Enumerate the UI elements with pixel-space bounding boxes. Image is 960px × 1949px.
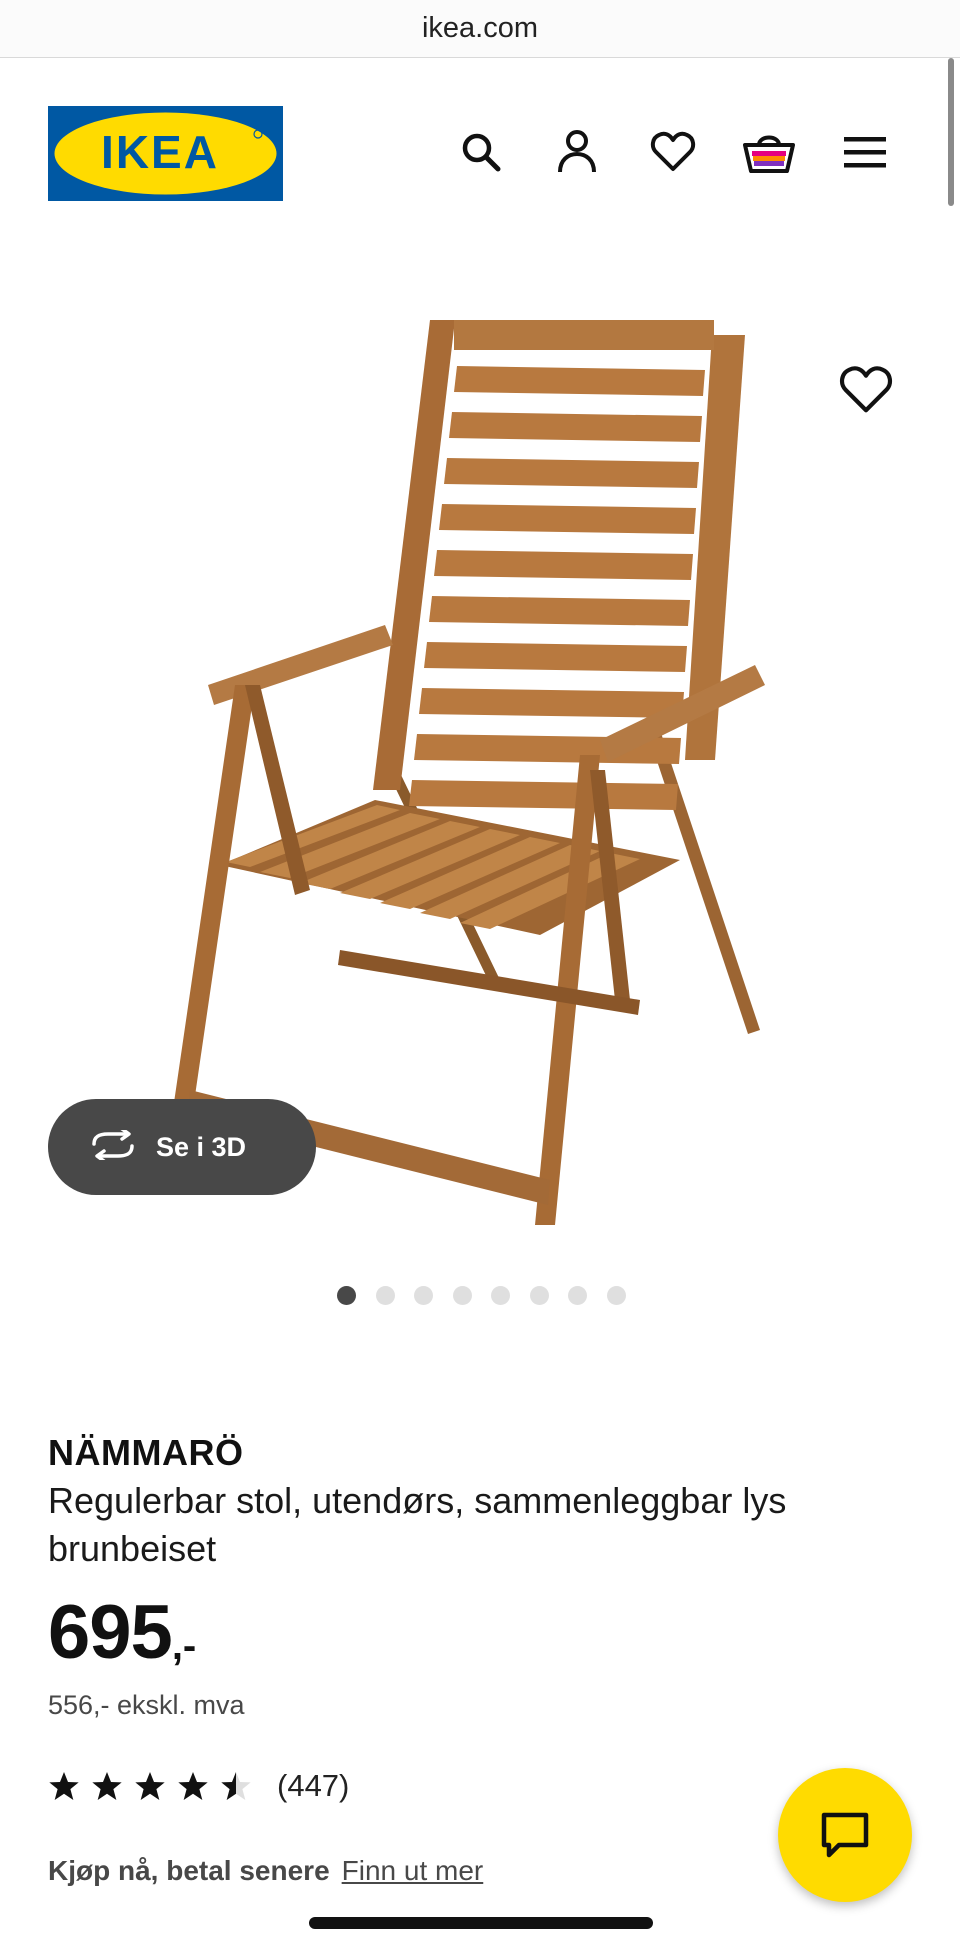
- image-carousel-dots: [337, 1286, 645, 1305]
- carousel-dot-7[interactable]: [568, 1286, 587, 1305]
- pay-later-text: Kjøp nå, betal senere: [48, 1855, 330, 1886]
- star-full-icon: [135, 1772, 165, 1800]
- chat-button[interactable]: [778, 1768, 912, 1902]
- star-half-icon: [221, 1772, 251, 1800]
- favorites-icon[interactable]: [645, 124, 701, 180]
- learn-more-link[interactable]: Finn ut mer: [342, 1855, 484, 1887]
- product-name: NÄMMARÖ: [48, 1432, 244, 1473]
- review-count[interactable]: (447): [277, 1768, 349, 1804]
- cart-icon[interactable]: [741, 124, 797, 180]
- price-excl-vat: 556,- ekskl. mva: [48, 1690, 245, 1720]
- star-full-icon: [92, 1772, 122, 1800]
- view-in-3d-label: Se i 3D: [156, 1131, 247, 1162]
- star-full-icon: [178, 1772, 208, 1800]
- carousel-dot-4[interactable]: [452, 1286, 472, 1305]
- browser-url-bar[interactable]: ikea.com: [0, 0, 960, 58]
- carousel-dot-3[interactable]: [414, 1286, 433, 1305]
- search-icon[interactable]: [453, 124, 509, 180]
- view-in-3d-button[interactable]: Se i 3D: [48, 1099, 316, 1195]
- pay-later-info: Kjøp nå, betal senere Finn ut mer: [48, 1855, 483, 1887]
- carousel-dot-6[interactable]: [529, 1286, 549, 1305]
- rotate-3d-icon: [88, 1126, 138, 1165]
- product-description: Regulerbar stol, utendørs, sammenleggbar…: [48, 1480, 787, 1569]
- price-integer: 695: [48, 1590, 173, 1675]
- profile-icon[interactable]: [549, 124, 605, 180]
- product-rating[interactable]: (447): [48, 1768, 349, 1804]
- carousel-dot-8[interactable]: [606, 1286, 626, 1305]
- home-indicator[interactable]: [309, 1917, 653, 1929]
- carousel-dot-5[interactable]: [491, 1286, 510, 1305]
- carousel-dot-2[interactable]: [375, 1286, 395, 1305]
- ikea-logo[interactable]: IKEA: [48, 106, 283, 201]
- product-price: 695 ,-: [48, 1590, 196, 1676]
- add-to-favorites-icon[interactable]: [838, 365, 894, 421]
- price-suffix: ,-: [171, 1624, 197, 1668]
- chat-icon: [821, 1812, 869, 1858]
- carousel-dot-1[interactable]: [337, 1286, 356, 1305]
- ikea-logo-text: IKEA: [101, 126, 219, 178]
- scrollbar-thumb[interactable]: [948, 58, 954, 206]
- menu-icon[interactable]: [837, 124, 893, 180]
- url-text: ikea.com: [421, 12, 539, 44]
- star-full-icon: [49, 1772, 79, 1800]
